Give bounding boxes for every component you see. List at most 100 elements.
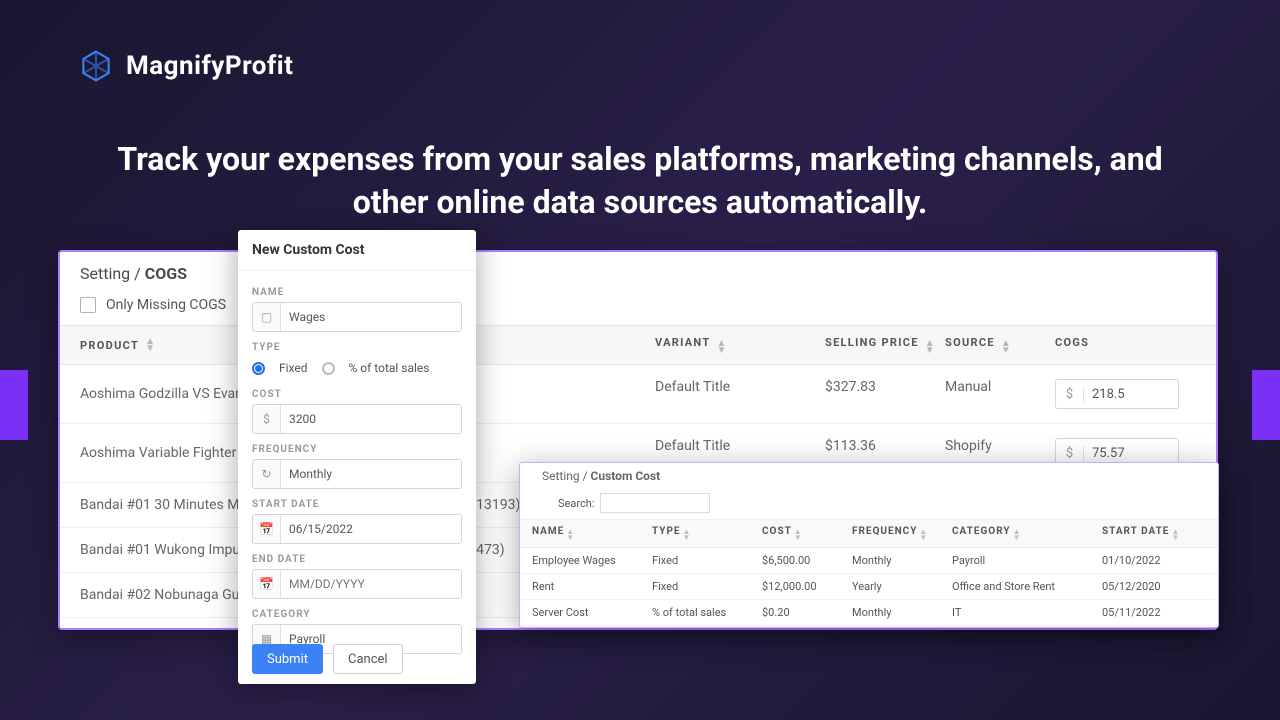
breadcrumb-current: COGS [145,264,187,283]
cell-frequency: Monthly [852,606,952,619]
end-date-field[interactable] [281,570,461,598]
header-cost[interactable]: COST [762,526,792,537]
only-missing-checkbox[interactable] [80,297,96,313]
sort-icon[interactable]: ▲▼ [919,529,928,541]
start-date-field[interactable] [281,515,461,543]
accent-right [1252,370,1280,440]
name-input-group[interactable]: ▢ [252,302,462,332]
cell-start: 05/12/2020 [1102,580,1202,593]
sort-icon[interactable]: ▲▼ [1171,529,1180,541]
search-label: Search: [558,497,594,510]
radio-pct[interactable] [322,362,335,375]
sort-icon[interactable]: ▲▼ [794,529,803,541]
source-cell: Manual [945,379,1055,409]
label-frequency: FREQUENCY [252,444,462,455]
start-date-group[interactable]: 📅 [252,514,462,544]
modal-title: New Custom Cost [238,230,476,271]
label-cost: COST [252,389,462,400]
cell-name: Rent [532,580,652,593]
table-row: Rent Fixed $12,000.00 Yearly Office and … [520,574,1218,600]
header-start[interactable]: START DATE [1102,526,1169,537]
only-missing-label: Only Missing COGS [106,297,226,313]
cost-field[interactable] [281,405,461,433]
cell-cost: $0.20 [762,606,852,619]
brand-block: MagnifyProfit [78,48,293,84]
calendar-icon: 📅 [253,570,281,598]
brand-logo-icon [78,48,114,84]
product-name: Aoshima Variable Fighter Gi [80,445,253,461]
header-cogs[interactable]: COGS [1055,336,1089,349]
breadcrumb: Setting / Custom Cost [520,463,1218,485]
variant-cell: Default Title [655,379,825,409]
dollar-icon: $ [253,405,281,433]
calendar-icon: 📅 [253,515,281,543]
cell-frequency: Yearly [852,580,952,593]
radio-fixed[interactable] [252,362,265,375]
cogs-input[interactable]: $ [1055,379,1179,409]
cogs-table-header: PRODUCT ▲▼ VARIANT ▲▼ SELLING PRICE ▲▼ SOUR… [60,325,1216,365]
custom-cost-panel: Setting / Custom Cost Search: NAME▲▼ TYP… [519,462,1219,628]
cell-start: 01/10/2022 [1102,554,1202,567]
accent-left [0,370,28,440]
cell-type: Fixed [652,580,762,593]
search-input[interactable] [600,493,710,513]
frequency-input-group[interactable]: ↻ [252,459,462,489]
breadcrumb: Setting / COGS [60,252,1216,291]
cell-type: % of total sales [652,606,762,619]
sort-icon[interactable]: ▲▼ [683,529,692,541]
cell-start: 05/11/2022 [1102,606,1202,619]
cell-type: Fixed [652,554,762,567]
label-category: CATEGORY [252,609,462,620]
header-frequency[interactable]: FREQUENCY [852,526,917,537]
header-product[interactable]: PRODUCT [80,339,139,352]
sort-icon[interactable]: ▲▼ [566,529,575,541]
breadcrumb-current: Custom Cost [591,469,661,483]
header-name[interactable]: NAME [532,526,564,537]
cell-cost: $12,000.00 [762,580,852,593]
header-category[interactable]: CATEGORY [952,526,1011,537]
table-row: Aoshima Godzilla VS Evangelion (JAN:4905… [60,365,1216,424]
hero-headline: Track your expenses from your sales plat… [90,138,1190,224]
submit-button[interactable]: Submit [252,644,323,674]
cogs-field[interactable] [1084,387,1174,402]
cell-cost: $6,500.00 [762,554,852,567]
sort-icon[interactable]: ▲▼ [716,340,727,354]
header-price[interactable]: SELLING PRICE [825,336,919,349]
header-type[interactable]: TYPE [652,526,681,537]
label-name: NAME [252,287,462,298]
refresh-icon: ↻ [253,460,281,488]
sort-icon[interactable]: ▲▼ [145,338,156,352]
sort-icon[interactable]: ▲▼ [1001,340,1012,354]
cancel-button[interactable]: Cancel [333,644,403,674]
label-type: TYPE [252,342,462,353]
breadcrumb-parent[interactable]: Setting [80,264,130,283]
cell-frequency: Monthly [852,554,952,567]
header-variant[interactable]: VARIANT [655,336,710,349]
radio-fixed-label: Fixed [279,361,308,375]
label-end: END DATE [252,554,462,565]
cell-category: Office and Store Rent [952,580,1102,593]
header-source[interactable]: SOURCE [945,336,995,349]
brand-name: MagnifyProfit [126,51,293,81]
name-field[interactable] [281,303,461,331]
label-start: START DATE [252,499,462,510]
table-row: Server Cost % of total sales $0.20 Month… [520,600,1218,626]
cell-category: IT [952,606,1102,619]
cogs-field[interactable] [1084,446,1174,461]
breadcrumb-parent[interactable]: Setting [542,469,580,483]
tag-icon: ▢ [253,303,281,331]
table-row: Employee Wages Fixed $6,500.00 Monthly P… [520,548,1218,574]
radio-pct-label: % of total sales [349,361,430,375]
dollar-icon: $ [1056,446,1084,461]
cc-table-header: NAME▲▼ TYPE▲▼ COST▲▼ FREQUENCY▲▼ CATEGOR… [520,519,1218,548]
cost-input-group[interactable]: $ [252,404,462,434]
frequency-field[interactable] [281,460,461,488]
end-date-group[interactable]: 📅 [252,569,462,599]
dollar-icon: $ [1056,387,1084,402]
price-cell: $327.83 [825,379,945,409]
cell-category: Payroll [952,554,1102,567]
cell-name: Server Cost [532,606,652,619]
cell-name: Employee Wages [532,554,652,567]
sort-icon[interactable]: ▲▼ [1013,529,1022,541]
sort-icon[interactable]: ▲▼ [925,340,936,354]
